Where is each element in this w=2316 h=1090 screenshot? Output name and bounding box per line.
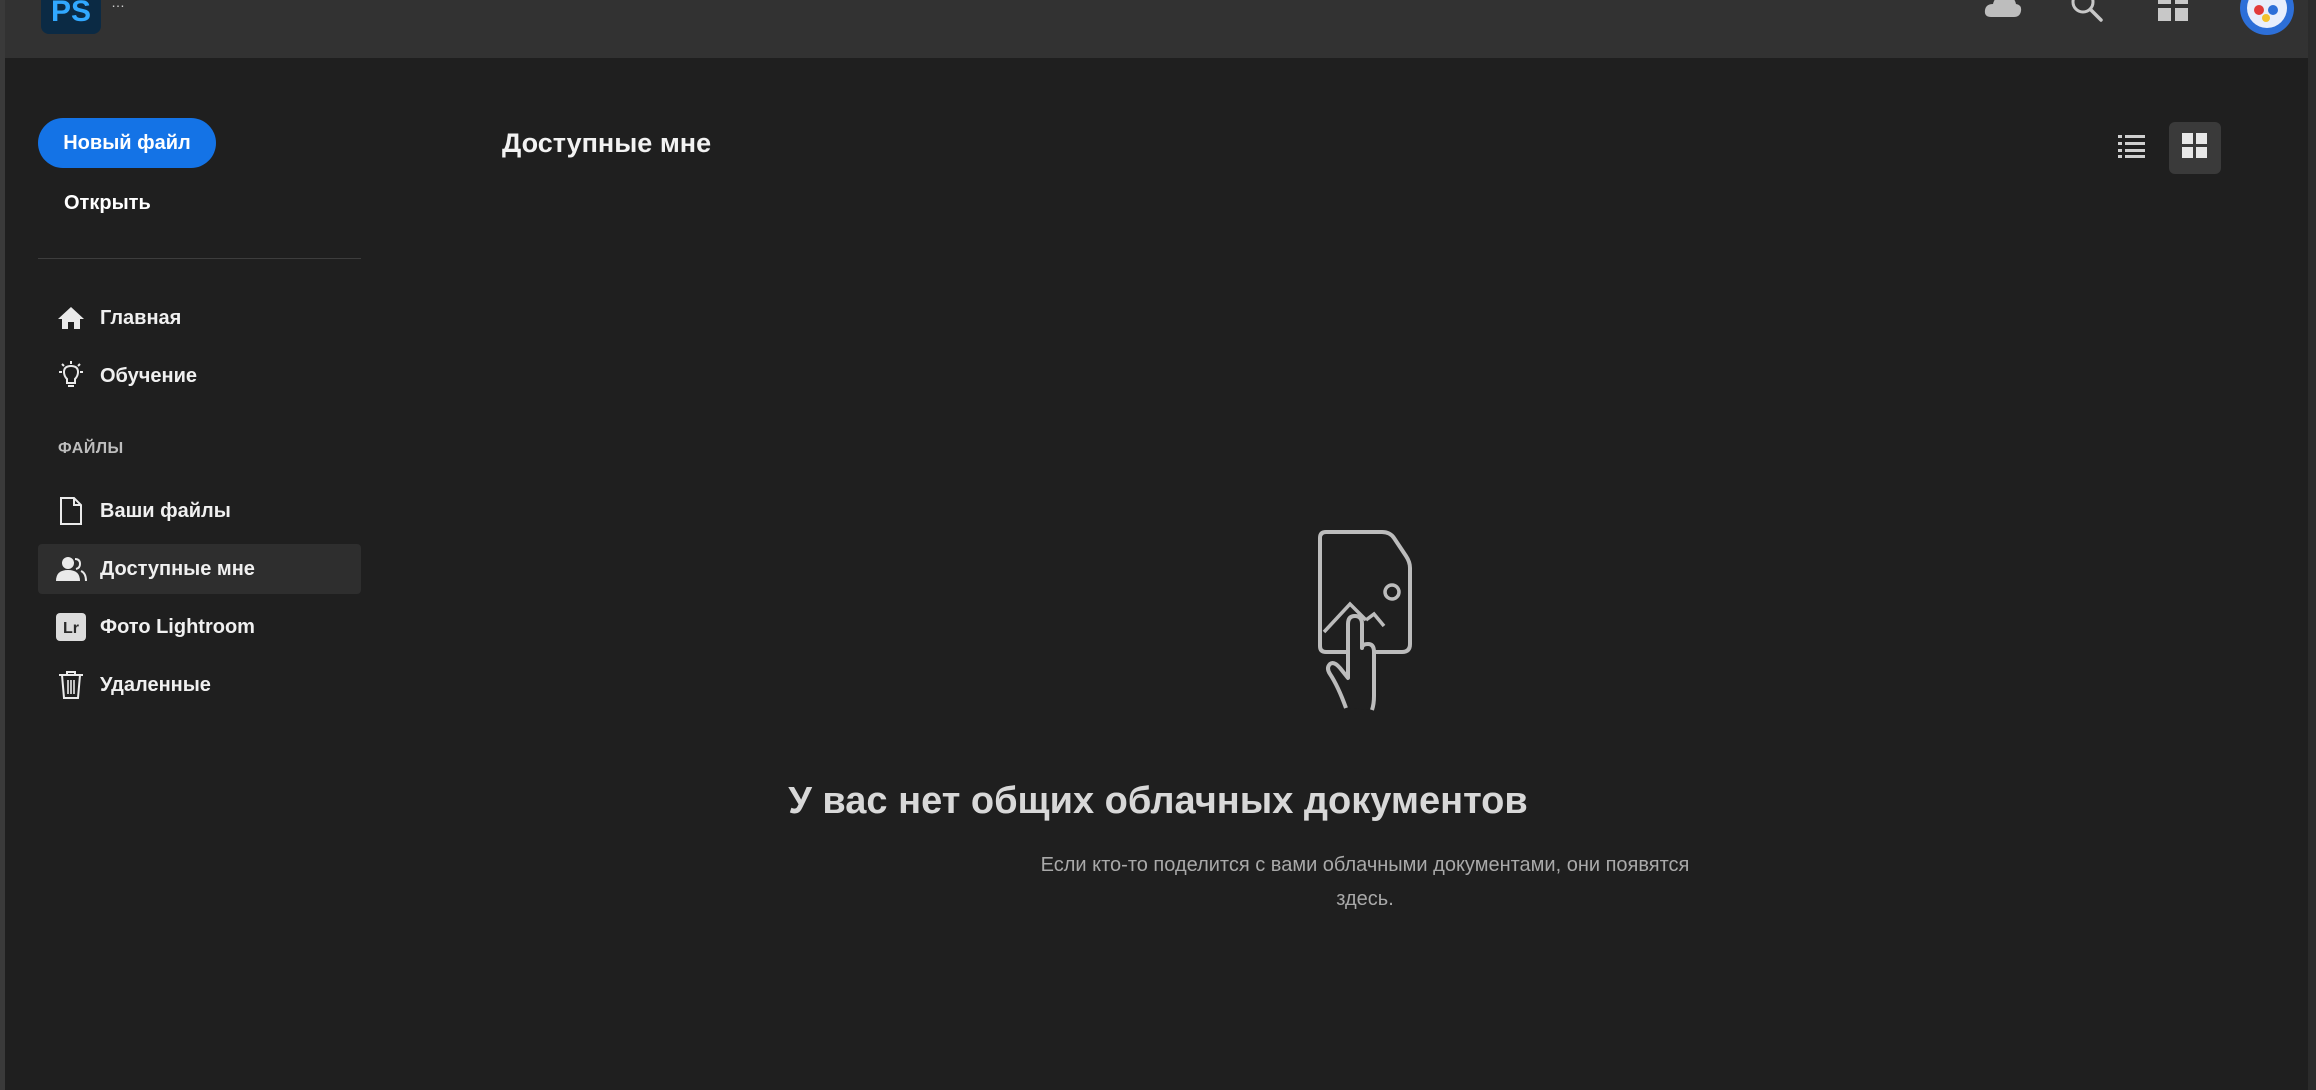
avatar[interactable]: [2237, 0, 2297, 35]
sidebar-item-your-files[interactable]: Ваши файлы: [38, 486, 361, 536]
sidebar-item-label: Ваши файлы: [100, 499, 231, 522]
home-icon: [54, 301, 88, 335]
search-icon[interactable]: [2065, 0, 2109, 26]
grid-view-button[interactable]: [2169, 122, 2221, 174]
list-view-icon: [2117, 133, 2147, 164]
app-window: PS … Новый файл Открыть Главная Обучение…: [0, 0, 2316, 1090]
shared-document-illustration-icon: [1310, 528, 1420, 716]
document-title: …: [111, 0, 125, 10]
photoshop-logo[interactable]: PS: [41, 0, 101, 34]
sidebar-item-learn[interactable]: Обучение: [38, 351, 361, 401]
lightroom-icon: Lr: [54, 610, 88, 644]
sidebar-item-label: Удаленные: [100, 673, 211, 696]
list-view-button[interactable]: [2106, 122, 2158, 174]
trash-icon: [54, 668, 88, 702]
sidebar-item-label: Обучение: [100, 364, 198, 387]
cloud-icon[interactable]: [1981, 0, 2025, 26]
sidebar-item-deleted[interactable]: Удаленные: [38, 660, 361, 710]
top-bar: PS …: [5, 0, 2308, 58]
window-right-border: [2308, 0, 2316, 1090]
shared-user-icon: [54, 552, 88, 586]
sidebar-item-shared-with-me[interactable]: Доступные мне: [38, 544, 361, 594]
page-title: Доступные мне: [502, 128, 712, 158]
open-button[interactable]: Открыть: [64, 192, 151, 215]
sidebar-divider: [38, 258, 361, 259]
svg-text:Lr: Lr: [63, 620, 79, 637]
empty-state-description: Если кто-то поделится с вами облачными д…: [1040, 854, 1690, 910]
sidebar-item-label: Фото Lightroom: [100, 615, 255, 638]
empty-state-title: У вас нет общих облачных документов: [788, 780, 1528, 822]
new-file-button[interactable]: Новый файл: [38, 118, 216, 168]
grid-view-icon: [2181, 132, 2209, 165]
files-section-label: ФАЙЛЫ: [58, 440, 124, 457]
sidebar-item-label: Главная: [100, 306, 182, 329]
sidebar-item-home[interactable]: Главная: [38, 293, 361, 343]
lightbulb-icon: [54, 359, 88, 393]
apps-icon[interactable]: [2151, 0, 2195, 26]
window-left-border: [0, 0, 5, 1090]
sidebar-item-lightroom-photos[interactable]: Lr Фото Lightroom: [38, 602, 361, 652]
document-icon: [54, 494, 88, 528]
sidebar-item-label: Доступные мне: [100, 557, 255, 580]
